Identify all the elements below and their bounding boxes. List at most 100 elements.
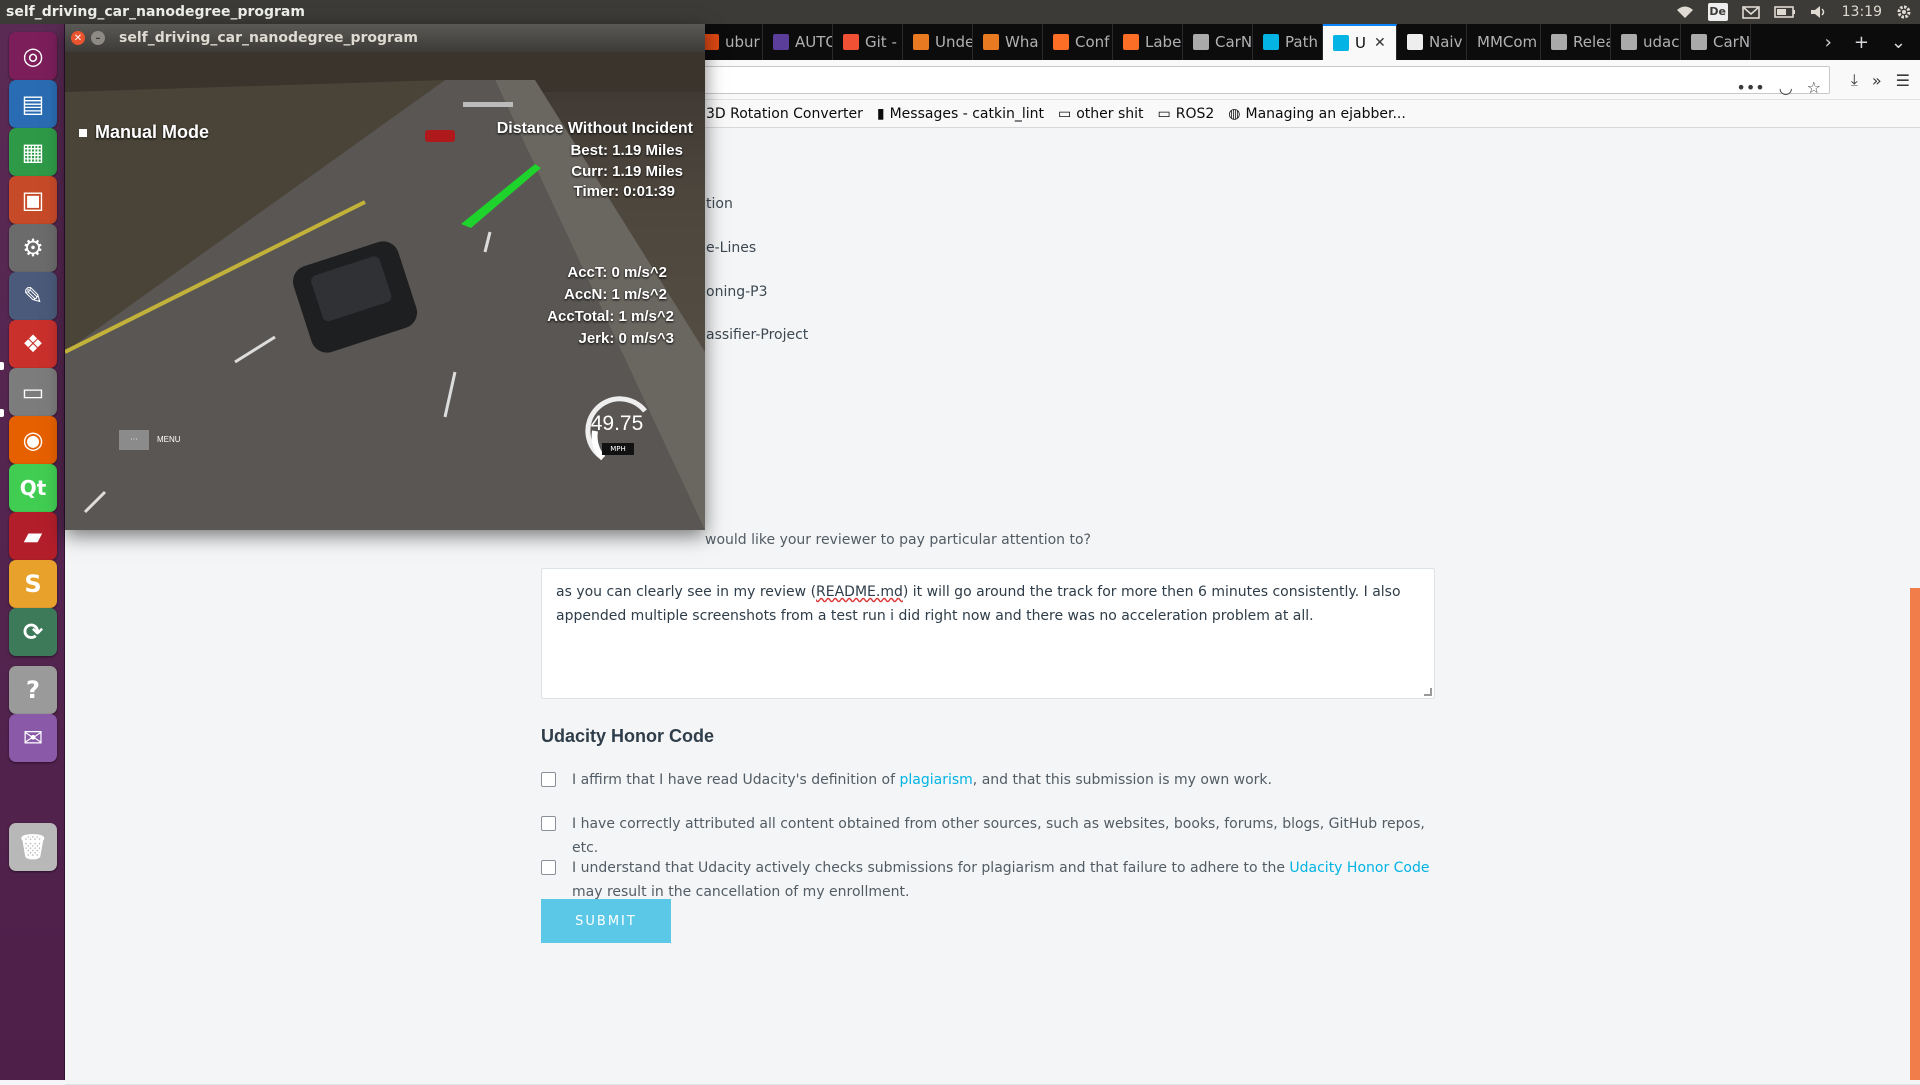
speed-unit: MPH xyxy=(602,443,634,455)
libreoffice-calc-icon[interactable]: ▦ xyxy=(9,128,57,176)
tab-carn[interactable]: CarN xyxy=(1681,24,1751,60)
tab-git-[interactable]: Git - xyxy=(833,24,903,60)
wikipedia-icon xyxy=(1407,34,1423,50)
software-updater-icon[interactable]: ⟳ xyxy=(9,608,57,656)
tab-conf[interactable]: Conf xyxy=(1043,24,1113,60)
gear-icon[interactable] xyxy=(1896,4,1912,20)
mode-indicator: Manual Mode xyxy=(79,122,209,143)
github-icon xyxy=(1621,34,1637,50)
trash-icon[interactable]: 🗑 xyxy=(9,823,57,871)
project-link-fragment[interactable]: oning-P3 xyxy=(706,284,768,300)
download-icon[interactable]: ⤓ xyxy=(1851,70,1858,90)
sublime-text-glyph: S xyxy=(24,570,42,598)
chat-icon: ◍ xyxy=(1228,105,1241,122)
sublime-text-icon[interactable]: S xyxy=(9,560,57,608)
bookmark-item[interactable]: ◍ Managing an ejabber... xyxy=(1228,106,1406,122)
scrollbar[interactable] xyxy=(1910,588,1920,1080)
current-distance: Curr: 1.19 Miles xyxy=(571,163,683,180)
project-link-fragment[interactable]: tion xyxy=(706,196,733,212)
terminal-icon[interactable]: ▰ xyxy=(9,512,57,560)
bookmark-item[interactable]: 3D Rotation Converter xyxy=(706,106,863,122)
honor-code-checkbox[interactable] xyxy=(541,860,556,875)
pdf-viewer-glyph: ❖ xyxy=(22,330,44,358)
bookmark-item[interactable]: ▮ Messages - catkin_lint xyxy=(877,106,1044,122)
tab-carn[interactable]: CarN xyxy=(1183,24,1253,60)
bookmark-star-icon[interactable]: ☆ xyxy=(1807,78,1821,97)
attribution-checkbox[interactable] xyxy=(541,816,556,831)
plagiarism-link[interactable]: plagiarism xyxy=(900,772,973,788)
plagiarism-checkbox[interactable] xyxy=(541,772,556,787)
pdf-viewer-icon[interactable]: ❖ xyxy=(9,320,57,368)
close-tab-icon[interactable]: ✕ xyxy=(1374,35,1386,51)
tab-labe[interactable]: Labe xyxy=(1113,24,1183,60)
submit-button[interactable]: SUBMIT xyxy=(541,899,671,943)
honor-code-title: Udacity Honor Code xyxy=(541,726,715,746)
best-distance: Best: 1.19 Miles xyxy=(570,142,683,159)
tab-u[interactable]: U ✕ xyxy=(1323,24,1397,60)
battery-icon[interactable] xyxy=(1773,5,1796,19)
volume-icon[interactable] xyxy=(1810,5,1828,19)
tab-path[interactable]: Path xyxy=(1253,24,1323,60)
terminal-glyph: ▰ xyxy=(23,522,43,550)
simulator-window: ✕ – self_driving_car_nanodegree_program … xyxy=(65,24,705,530)
mail-icon[interactable] xyxy=(1741,5,1760,19)
check-label-text: I understand that Udacity actively check… xyxy=(572,860,1290,876)
hamburger-menu-icon[interactable]: ☰ xyxy=(1896,71,1910,90)
close-icon[interactable]: ✕ xyxy=(71,31,85,45)
tab-relea[interactable]: Relea xyxy=(1541,24,1611,60)
project-link-fragment[interactable]: assifier-Project xyxy=(706,327,808,343)
tab-udac[interactable]: udac xyxy=(1611,24,1681,60)
ubuntu-dash-icon[interactable]: ◎ xyxy=(9,32,57,80)
files-glyph: ▭ xyxy=(21,378,45,406)
pocket-icon[interactable]: ◡ xyxy=(1779,78,1793,97)
help-icon[interactable]: ? xyxy=(9,666,57,714)
launcher: ◎ ▤ ▦ ▣ ⚙ ✎ ❖ ▭ ◉ Qt ▰ S ⟳? ✉ 🗑 xyxy=(0,24,65,1080)
bookmark-label: Managing an ejabber... xyxy=(1245,105,1406,122)
acc-tangential: AccT: 0 m/s^2 xyxy=(567,264,667,281)
clock[interactable]: 13:19 xyxy=(1842,4,1882,20)
libreoffice-impress-glyph: ▣ xyxy=(21,186,45,214)
bookmark-item[interactable]: ▭ ROS2 xyxy=(1158,106,1215,122)
tab-auto[interactable]: AUTO xyxy=(763,24,833,60)
files-icon[interactable]: ▭ xyxy=(9,368,57,416)
top-panel: self_driving_car_nanodegree_program De 1… xyxy=(0,0,1920,24)
firefox-icon[interactable]: ◉ xyxy=(9,416,57,464)
tab-label: Conf xyxy=(1075,33,1110,51)
tab-wha[interactable]: Wha xyxy=(973,24,1043,60)
tab-unde[interactable]: Unde xyxy=(903,24,973,60)
honor-code-link[interactable]: Udacity Honor Code xyxy=(1289,860,1429,876)
project-link-fragment[interactable]: e-Lines xyxy=(706,240,756,256)
chevron-down-icon[interactable]: ⌄ xyxy=(1891,32,1906,53)
distance-title: Distance Without Incident xyxy=(496,120,693,137)
gitlab-icon xyxy=(1123,34,1139,50)
gimp-icon[interactable]: ✎ xyxy=(9,272,57,320)
bookmark-item[interactable]: ▭ other shit xyxy=(1058,106,1144,122)
libreoffice-writer-icon[interactable]: ▤ xyxy=(9,80,57,128)
system-settings-icon[interactable]: ⚙ xyxy=(9,224,57,272)
overflow-menu-icon[interactable]: » xyxy=(1872,71,1882,90)
tab-naiv[interactable]: Naiv xyxy=(1397,24,1467,60)
stackexchange-icon xyxy=(983,34,999,50)
simulator-titlebar[interactable]: ✕ – self_driving_car_nanodegree_program xyxy=(65,24,705,52)
ubuntu-dash-glyph: ◎ xyxy=(22,42,44,70)
resize-handle[interactable] xyxy=(1424,688,1432,696)
keyboard-layout-indicator[interactable]: De xyxy=(1707,3,1728,21)
qt-creator-icon[interactable]: Qt xyxy=(9,464,57,512)
libreoffice-impress-icon[interactable]: ▣ xyxy=(9,176,57,224)
reviewer-note-label: would like your reviewer to pay particul… xyxy=(705,532,1091,548)
reviewer-note-textarea[interactable]: as you can clearly see in my review (REA… xyxy=(541,568,1435,699)
minimize-icon[interactable]: – xyxy=(91,31,105,45)
url-bar[interactable]: ••• ◡ ☆ xyxy=(685,66,1830,97)
new-tab-button[interactable]: + xyxy=(1854,32,1869,53)
honor-check-row: I affirm that I have read Udacity's defi… xyxy=(541,768,1432,792)
wifi-icon[interactable] xyxy=(1676,5,1694,19)
udacity-icon xyxy=(1263,34,1279,50)
bookmark-label: ROS2 xyxy=(1175,105,1215,122)
pidgin-icon[interactable]: ✉ xyxy=(9,714,57,762)
tab-mmcom[interactable]: MMCom xyxy=(1467,24,1541,60)
menu-button[interactable]: ··· xyxy=(119,430,149,450)
more-actions-icon[interactable]: ••• xyxy=(1736,78,1764,97)
chevron-right-icon[interactable]: › xyxy=(1825,32,1832,53)
libreoffice-calc-glyph: ▦ xyxy=(21,138,45,166)
tab-label: AUTO xyxy=(795,33,833,51)
